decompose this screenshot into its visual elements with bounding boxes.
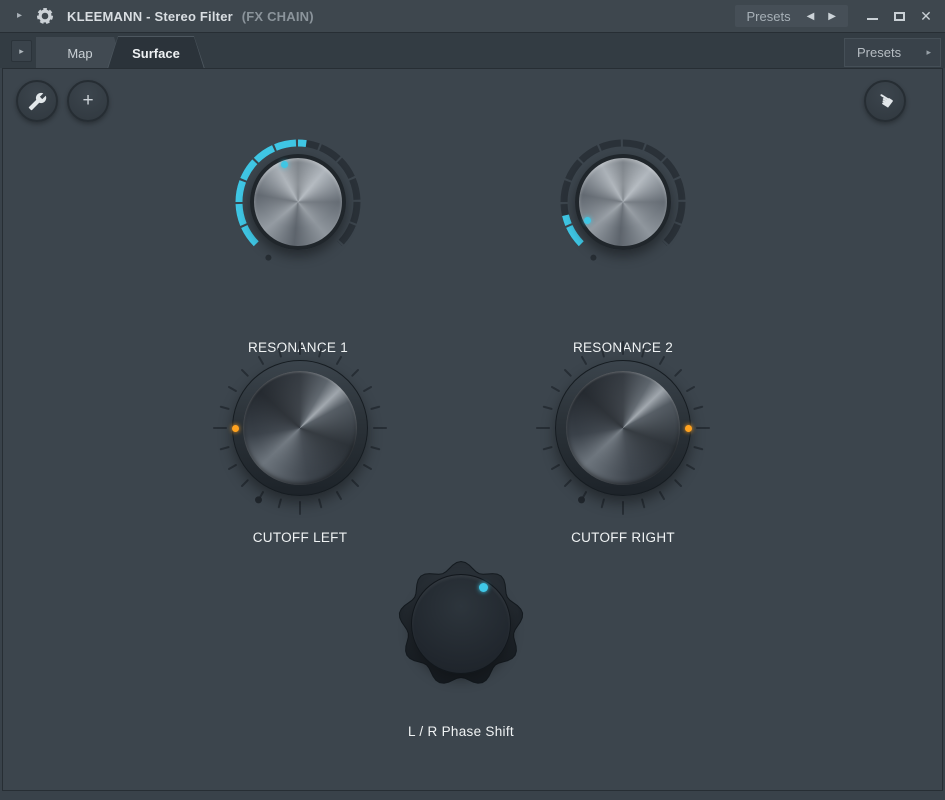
presets-menu-arrow-icon: ▸ [926, 47, 931, 58]
titlebar-presets-selector[interactable]: Presets ◀ ▶ [735, 5, 848, 27]
maximize-button[interactable] [892, 9, 906, 23]
knob-phase-shift[interactable] [391, 554, 531, 694]
preset-next-icon[interactable]: ▶ [828, 11, 836, 22]
hand-pointer-icon: ☚ [873, 88, 898, 113]
tab-surface-label: Surface [132, 46, 180, 61]
window-title: KLEEMANN - Stereo Filter (FX CHAIN) [67, 9, 314, 24]
knob-value-indicator [685, 425, 692, 432]
presets-label: Presets [747, 9, 791, 24]
tab-overflow-button[interactable]: ▸ [11, 40, 32, 62]
plugin-context: (FX CHAIN) [242, 9, 314, 24]
collapse-arrow-icon[interactable]: ▸ [17, 11, 22, 21]
knob-resonance-1[interactable] [233, 137, 363, 267]
preset-prev-icon[interactable]: ◀ [807, 11, 815, 22]
knob-cap [566, 371, 680, 485]
knob-cutoff-right[interactable] [535, 340, 711, 516]
tab-bar: ▸ Map Surface Presets ▸ [0, 32, 945, 68]
knob-cutoff-left[interactable] [212, 340, 388, 516]
close-button[interactable]: ✕ [919, 9, 933, 23]
knob-label-phase-shift: L / R Phase Shift [351, 724, 571, 739]
knob-value-indicator [281, 161, 288, 168]
gear-icon[interactable] [35, 6, 55, 26]
knob-cap [575, 154, 671, 250]
plus-icon: + [82, 91, 93, 110]
edit-surface-button[interactable] [16, 80, 58, 122]
tab-surface[interactable]: Surface [107, 36, 205, 69]
presets-menu-label: Presets [857, 45, 901, 60]
title-bar: ▸ KLEEMANN - Stereo Filter (FX CHAIN) Pr… [0, 0, 945, 32]
knob-value-indicator [232, 425, 239, 432]
knob-resonance-2[interactable] [558, 137, 688, 267]
multilink-controllers-button[interactable]: ☚ [864, 80, 906, 122]
presets-menu-button[interactable]: Presets ▸ [844, 38, 941, 67]
tab-map-label: Map [67, 46, 92, 61]
knob-label-cutoff-right: CUTOFF RIGHT [513, 530, 733, 545]
window-controls: ✕ [865, 9, 933, 23]
knob-cap [411, 574, 511, 674]
plugin-window: ▸ KLEEMANN - Stereo Filter (FX CHAIN) Pr… [0, 0, 945, 800]
knob-cap [250, 154, 346, 250]
minimize-button[interactable] [865, 9, 879, 23]
control-surface: + ☚ RESONANCE 1 RESONANCE 2 CUTOFF LEFT [2, 68, 943, 791]
knob-cap [243, 371, 357, 485]
knob-label-cutoff-left: CUTOFF LEFT [190, 530, 410, 545]
plugin-name: KLEEMANN - Stereo Filter [67, 9, 233, 24]
wrench-icon [28, 92, 47, 111]
add-control-button[interactable]: + [67, 80, 109, 122]
